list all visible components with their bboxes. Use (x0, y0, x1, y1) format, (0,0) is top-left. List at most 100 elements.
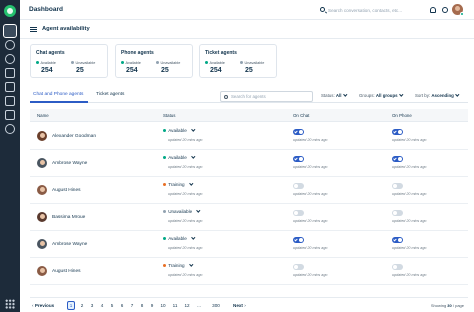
chat-updated: updated 20 mins ago (293, 138, 328, 142)
apps-grid-icon[interactable] (5, 299, 15, 309)
global-search-input[interactable] (328, 5, 428, 15)
chat-toggle[interactable] (293, 210, 304, 216)
page-12-button[interactable]: 12 (183, 301, 191, 310)
column-header-on-chat[interactable]: On Chat (293, 113, 309, 118)
agent-search[interactable] (220, 91, 313, 102)
conversations-icon[interactable] (5, 40, 15, 50)
contacts-icon[interactable] (5, 54, 15, 64)
chat-updated: updated 20 mins ago (293, 219, 328, 223)
inbox-icon[interactable] (5, 82, 15, 92)
page-1-button[interactable]: 1 (67, 301, 75, 310)
unavailable-dot-icon (71, 61, 74, 64)
knowledge-base-icon[interactable] (5, 68, 15, 78)
global-search[interactable] (318, 5, 430, 15)
next-page-button[interactable]: Next › (233, 301, 246, 310)
phone-agents-card: Phone agents Available 254 Unavailable 2… (115, 44, 193, 78)
chat-updated: updated 20 mins ago (293, 246, 328, 250)
dashboard-icon[interactable] (3, 24, 17, 38)
column-header-name[interactable]: Name (37, 113, 49, 118)
phone-toggle[interactable] (392, 183, 403, 189)
check-icon (392, 130, 397, 134)
page-title: Agent availability (42, 26, 90, 32)
bell-icon[interactable] (430, 7, 436, 13)
page-8-button[interactable]: 8 (138, 301, 146, 310)
status-dropdown[interactable]: Training (163, 262, 193, 268)
chat-toggle[interactable] (293, 129, 304, 135)
phone-updated: updated 20 mins ago (392, 219, 427, 223)
phone-toggle[interactable] (392, 264, 403, 270)
avatar[interactable] (452, 4, 464, 16)
available-label: Available (205, 61, 225, 65)
status-filter[interactable]: Status: All (321, 92, 347, 98)
pagination: ‹ Previous 1 2 3 4 5 6 7 8 9 10 11 12 ..… (30, 297, 468, 311)
sort-filter[interactable]: Sort by: Ascending (415, 92, 459, 98)
left-nav-rail (0, 0, 20, 312)
page-size-selector[interactable]: Showing 30 / page (431, 301, 464, 310)
divider (20, 38, 474, 39)
table-row[interactable]: Alexander Goodman Available updated 20 m… (30, 123, 468, 150)
logo-icon[interactable] (4, 5, 16, 17)
chat-toggle[interactable] (293, 183, 304, 189)
page-9-button[interactable]: 9 (148, 301, 156, 310)
available-count: 254 (210, 67, 222, 74)
chat-toggle[interactable] (293, 237, 304, 243)
agent-avatar (37, 131, 47, 141)
phone-toggle[interactable] (392, 129, 403, 135)
page-11-button[interactable]: 11 (171, 301, 179, 310)
chevron-down-icon (196, 208, 201, 213)
menu-icon[interactable] (30, 27, 37, 32)
chat-toggle[interactable] (293, 156, 304, 162)
chat-toggle[interactable] (293, 264, 304, 270)
chevron-down-icon (399, 92, 403, 97)
search-icon (224, 95, 228, 99)
status-dot-icon (163, 155, 167, 159)
agent-name: Ambrose Wayne (52, 161, 88, 166)
table-row[interactable]: Ambrose Wayne Available updated 20 mins … (30, 150, 468, 177)
phone-toggle[interactable] (392, 237, 403, 243)
table-row[interactable]: Bassima Mroue Unavailable updated 20 min… (30, 204, 468, 231)
agent-search-input[interactable] (231, 92, 311, 101)
campaigns-icon[interactable] (5, 110, 15, 120)
search-icon (320, 7, 325, 12)
table-row[interactable]: August Hines Training updated 20 mins ag… (30, 258, 468, 285)
table-row[interactable]: August Hines Training updated 20 mins ag… (30, 177, 468, 204)
tab-ticket-agents[interactable]: Ticket agents (96, 92, 124, 97)
page-7-button[interactable]: 7 (128, 301, 136, 310)
chevron-down-icon (455, 92, 459, 97)
page-6-button[interactable]: 6 (118, 301, 126, 310)
page-2-button[interactable]: 2 (78, 301, 86, 310)
tab-chat-and-phone-agents[interactable]: Chat and Phone agents (33, 92, 83, 97)
phone-updated: updated 20 mins ago (392, 273, 427, 277)
page-5-button[interactable]: 5 (108, 301, 116, 310)
previous-page-button[interactable]: ‹ Previous (32, 301, 54, 310)
unavailable-dot-icon (240, 61, 243, 64)
settings-icon[interactable] (5, 124, 15, 134)
available-count: 254 (126, 67, 138, 74)
status-dropdown[interactable]: Training (163, 181, 193, 187)
status-dropdown[interactable]: Available (163, 154, 195, 160)
groups-filter[interactable]: Groups: All groups (359, 92, 403, 98)
help-icon[interactable] (442, 7, 448, 13)
check-icon (293, 157, 298, 161)
status-dropdown[interactable]: Available (163, 127, 195, 133)
page-10-button[interactable]: 10 (159, 301, 167, 310)
page-3-button[interactable]: 3 (88, 301, 96, 310)
status-dot-icon (163, 209, 167, 213)
unavailable-count: 25 (76, 67, 84, 74)
check-icon (293, 238, 298, 242)
column-header-status[interactable]: Status (163, 113, 175, 118)
phone-toggle[interactable] (392, 156, 403, 162)
phone-toggle[interactable] (392, 210, 403, 216)
chat-agents-card: Chat agents Available 254 Unavailable 25 (30, 44, 108, 78)
page-4-button[interactable]: 4 (98, 301, 106, 310)
chevron-down-icon (191, 127, 195, 132)
page-300-button[interactable]: 300 (212, 301, 220, 310)
status-updated: updated 20 mins ago (168, 192, 203, 196)
available-dot-icon (36, 61, 39, 64)
column-header-on-phone[interactable]: On Phone (392, 113, 412, 118)
status-dropdown[interactable]: Available (163, 235, 195, 241)
reports-icon[interactable] (5, 96, 15, 106)
table-row[interactable]: Ambrose Wayne Available updated 20 mins … (30, 231, 468, 258)
agent-avatar (37, 185, 47, 195)
status-dropdown[interactable]: Unavailable (163, 208, 201, 214)
